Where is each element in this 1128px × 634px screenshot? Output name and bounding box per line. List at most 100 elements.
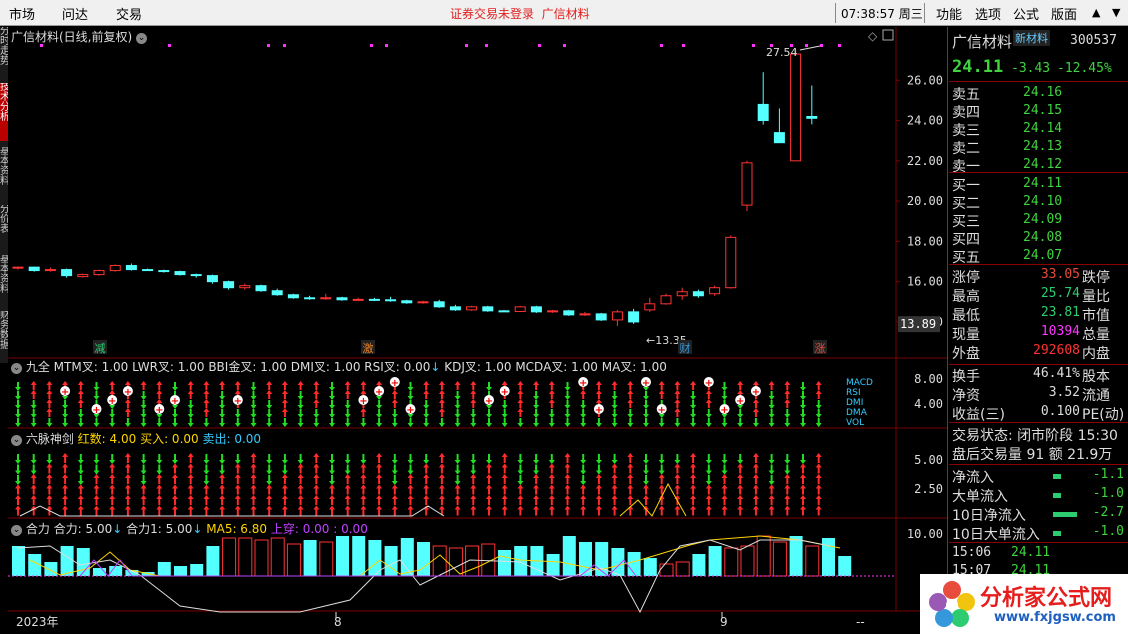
signal-arrow-down (234, 460, 241, 464)
signal-arrow-down (391, 423, 398, 427)
signal-arrow-up (46, 484, 53, 489)
candle (28, 266, 40, 272)
sector-tag[interactable]: 新材料 (1013, 30, 1050, 46)
price-change-pct: -12.45% (1057, 61, 1112, 76)
signal-arrow-up (580, 484, 587, 489)
chevron-down-icon[interactable]: ⌄ (136, 33, 148, 44)
signal-arrow-down (250, 423, 257, 427)
chevron-down-icon[interactable]: ⌄ (11, 435, 22, 446)
signal-arrow-up (548, 381, 555, 385)
volume-bar (448, 547, 463, 577)
bid-row[interactable]: 买三 24.09 (949, 211, 1128, 230)
signal-arrow-down (172, 423, 178, 427)
bid-row[interactable]: 买四 24.08 (949, 229, 1128, 248)
menu-layout[interactable]: 版面 (1051, 4, 1077, 23)
signal-arrow-up (721, 495, 728, 499)
signal-arrow-down (800, 423, 806, 427)
signal-arrow-up (737, 505, 744, 510)
candle (449, 306, 461, 311)
chevron-down-icon[interactable]: ▼ (1112, 6, 1120, 19)
signal-arrow-down (768, 460, 775, 464)
menu-function[interactable]: 功能 (936, 4, 962, 23)
signal-arrow-up (752, 505, 759, 510)
volume-bar (336, 536, 349, 576)
signal-arrow-down (784, 423, 791, 427)
signal-arrow-up (313, 399, 320, 403)
signal-arrow-down (62, 405, 69, 409)
menu-trade[interactable]: 交易 (116, 4, 142, 23)
event-marker-label: 涨 (815, 342, 826, 355)
signal-arrow-up (752, 495, 759, 499)
chevron-down-icon[interactable]: ⌄ (11, 363, 22, 374)
signal-arrow-up (564, 495, 571, 499)
candle (401, 300, 413, 304)
signal-arrow-down (187, 405, 194, 409)
signal-arrow-down (611, 405, 618, 409)
candle (304, 297, 316, 300)
menu-market[interactable]: 市场 (9, 4, 35, 23)
signal-arrow-down (423, 423, 430, 427)
signal-arrow-up (611, 484, 618, 489)
signal-arrow-down (501, 423, 508, 427)
volume-bar (675, 561, 690, 577)
signal-arrow-up (329, 495, 335, 499)
signal-arrow-up (156, 390, 163, 394)
plus-signal-glyph: + (375, 387, 383, 398)
signal-arrow-up (627, 453, 634, 457)
signal-arrow-down (815, 423, 822, 427)
divider (949, 542, 1128, 543)
signal-arrow-down (329, 396, 335, 400)
ask-row[interactable]: 卖四 24.15 (949, 102, 1128, 121)
ask-row[interactable]: 卖五 24.16 (949, 84, 1128, 103)
bid-row[interactable]: 买五 24.07 (949, 247, 1128, 266)
flower-logo-icon (929, 581, 975, 627)
signal-arrow-down (548, 423, 555, 427)
chevron-down-icon[interactable]: ⌄ (11, 525, 22, 536)
signal-arrow-up (674, 390, 681, 394)
signal-arrow-up (187, 381, 194, 385)
signal-arrow-up (344, 390, 351, 394)
signal-arrow-up (548, 484, 555, 489)
volume-bar (190, 564, 204, 576)
signal-arrow-down (564, 423, 571, 427)
login-notice[interactable]: 证券交易未登录 广信材料 (450, 5, 590, 22)
candle (223, 281, 235, 289)
volume-bar (514, 546, 528, 576)
signal-arrow-up (15, 505, 21, 510)
ask-row[interactable]: 卖三 24.14 (949, 120, 1128, 139)
signal-arrow-up (470, 399, 477, 403)
chart-area[interactable]: 27.54←13.35减激财涨 ++++++ + ++++++++++++++MAC… (0, 26, 948, 634)
signal-arrow-down (109, 414, 116, 418)
ask-row[interactable]: 卖二 24.13 (949, 138, 1128, 157)
signal-dot (168, 44, 171, 47)
signal-arrow-up (281, 390, 288, 394)
bid-row[interactable]: 买二 24.10 (949, 193, 1128, 212)
signal-arrow-up (203, 505, 210, 510)
candle (77, 274, 89, 278)
signal-arrow-up (470, 505, 477, 510)
menu-wenda[interactable]: 问达 (62, 4, 88, 23)
stat-row: 最低 23.81 市值 (949, 305, 1128, 324)
signal-arrow-down (470, 470, 477, 475)
signal-arrow-up (376, 495, 383, 499)
chevron-up-icon[interactable]: ▲ (1092, 6, 1100, 19)
signal-arrow-down (658, 470, 665, 475)
signal-arrow-down (30, 405, 37, 409)
tick-time: 15:06 (952, 545, 992, 560)
plus-signal-glyph: + (92, 405, 100, 416)
signal-arrow-up (219, 505, 226, 510)
signal-arrow-up (172, 463, 178, 468)
signal-arrow-down (15, 414, 21, 418)
signal-arrow-up (721, 484, 728, 489)
money-flow-bar (1053, 512, 1077, 517)
signal-arrow-up (62, 453, 69, 457)
signal-arrow-up (391, 399, 398, 403)
volume-bar (286, 543, 301, 577)
bid-row[interactable]: 买一 24.11 (949, 175, 1128, 194)
signal-arrow-down (533, 414, 540, 418)
menu-options[interactable]: 选项 (975, 4, 1001, 23)
signal-arrow-up (658, 381, 665, 385)
signal-arrow-up (124, 484, 131, 489)
signal-arrow-down (643, 423, 649, 427)
menu-formula[interactable]: 公式 (1013, 4, 1039, 23)
